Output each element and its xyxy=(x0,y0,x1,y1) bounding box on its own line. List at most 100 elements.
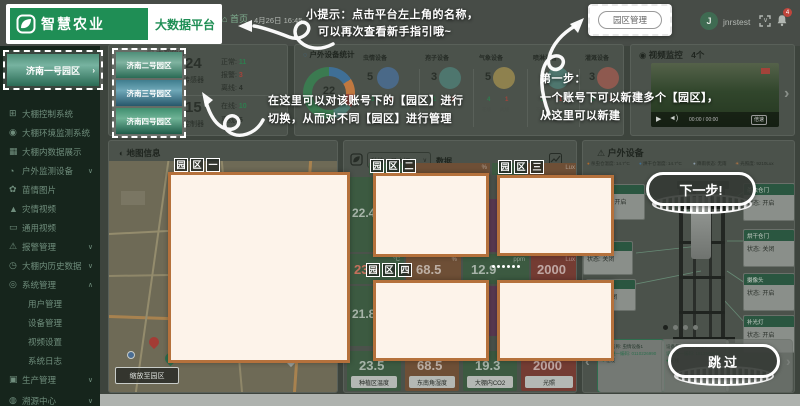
username[interactable]: jnrstest xyxy=(723,17,750,27)
chevron-down-icon: ∨ xyxy=(88,243,93,251)
header-datetime: 4月26日 16:45 xyxy=(254,15,302,26)
park-label-3: 园区三 xyxy=(498,157,546,175)
divider xyxy=(181,95,277,96)
video-time: 00:00 / 00:00 xyxy=(689,117,718,123)
current-park-selector[interactable]: 济南一号园区 › xyxy=(7,54,99,86)
sidebar-item-video-settings[interactable]: 视频设置 xyxy=(0,333,100,350)
sidebar-item-system-management[interactable]: ◎系统管理∧ xyxy=(0,276,100,293)
tip-switch-line1: 在这里可以对该账号下的【园区】进行 xyxy=(268,92,464,108)
tip-switch-line2: 切换，从而对不同【园区】进行管理 xyxy=(268,110,452,126)
footer-strip xyxy=(100,394,800,406)
brand-logo[interactable]: 智慧农业 xyxy=(10,8,148,40)
video-count: 4个 xyxy=(691,50,704,60)
park-manage-button[interactable]: 园区管理 xyxy=(598,11,662,29)
controller-count: 15 xyxy=(185,99,202,116)
play-icon[interactable]: ▶ xyxy=(656,115,661,123)
park-area-box-4a xyxy=(373,280,489,361)
leaf-icon xyxy=(350,153,363,166)
sidebar-item-system-logs[interactable]: 系统日志 xyxy=(0,352,100,369)
skip-button[interactable]: 跳过 xyxy=(668,344,780,378)
video-panel-title: ◉ 视频监控 4个 xyxy=(639,49,704,61)
sidebar-item-greenhouse-control[interactable]: ⊞大棚控制系统 xyxy=(0,105,100,122)
chevron-up-icon: ∧ xyxy=(88,281,93,289)
online-count: 4 xyxy=(487,97,490,103)
nav-home[interactable]: ⌂ 首页 xyxy=(222,12,248,25)
sidebar-item-trace-center[interactable]: ◍溯源中心∨ xyxy=(0,392,100,406)
circle-icon: ◍ xyxy=(9,395,22,406)
park-option-3[interactable]: 济南三号园区 xyxy=(116,80,182,106)
device-col-name: 虫情设备 xyxy=(363,53,387,62)
chevron-right-icon: › xyxy=(92,66,95,75)
fullscreen-icon[interactable] xyxy=(759,15,771,27)
sidebar-item-disaster-video[interactable]: ▲灾情视频 xyxy=(0,200,100,217)
park-area-box-3 xyxy=(497,175,614,256)
sidebar-item-general-video[interactable]: ▭通用视频 xyxy=(0,219,100,236)
park-label-1: 园区一 xyxy=(174,155,222,173)
map-pin-red[interactable] xyxy=(147,335,161,349)
device-count: 3 xyxy=(431,71,437,83)
map-panel-title: ◐ 地图信息 xyxy=(119,147,161,159)
device-blob xyxy=(377,67,399,89)
sidebar-item-outdoor-devices[interactable]: ◔户外监测设备∨ xyxy=(0,162,100,179)
sensor-label: 传感器 xyxy=(183,75,204,85)
sidebar-item-seedling-photos[interactable]: ✿苗情图片 xyxy=(0,181,100,198)
device-col-name: 气象设备 xyxy=(479,53,503,62)
gauge-icon: ◔ xyxy=(9,166,22,176)
platform-name: 大数据平台 xyxy=(155,16,215,33)
park-label-4: 园区四 xyxy=(366,260,414,278)
park-selector-highlight: 济南一号园区 › xyxy=(3,50,103,90)
globe-icon: ◐ xyxy=(119,148,127,158)
sidebar-item-production-management[interactable]: ▣生产管理∨ xyxy=(0,371,100,388)
brand-name: 智慧农业 xyxy=(41,14,105,34)
next-button[interactable]: 下一步! xyxy=(646,172,756,206)
sidebar-item-user-management[interactable]: 用户管理 xyxy=(0,295,100,312)
avatar-letter: J xyxy=(706,16,711,26)
sidebar-item-device-management[interactable]: 设备管理 xyxy=(0,314,100,331)
park-option-2[interactable]: 济南二号园区 xyxy=(116,52,182,78)
logo-highlight-box: 智慧农业 大数据平台 xyxy=(6,4,222,44)
park-label-2: 园区二 xyxy=(370,156,418,174)
outdoor-stats-title: ◌ 户外设备统计 xyxy=(303,49,355,60)
tip-step-line1: 一个账号下可以新建多个【园区】， xyxy=(540,89,719,105)
tip-top-line1: 小提示：点击平台左上角的名称， xyxy=(306,6,479,22)
device-blob xyxy=(597,67,619,89)
carousel-dots[interactable] xyxy=(663,325,698,330)
chevron-down-icon: ∨ xyxy=(88,262,93,270)
device-col-name: 灌溉设备 xyxy=(585,53,609,62)
grid-icon: ⊞ xyxy=(9,108,22,119)
zoom-to-park-button[interactable]: 缩放至园区 xyxy=(115,367,179,384)
warning-icon: ⚠ xyxy=(9,241,22,252)
pager-dots xyxy=(492,265,520,268)
video-controls: ▶ ◄) 00:00 / 00:00 倍速 xyxy=(651,112,779,127)
park-area-box-1 xyxy=(168,172,350,363)
controller-label: 控制器 xyxy=(183,119,204,129)
tip-step-title: 第一步： xyxy=(540,70,586,86)
home-icon: ⌂ xyxy=(222,14,227,24)
table-icon: ▦ xyxy=(9,146,22,157)
avatar[interactable]: J xyxy=(700,12,718,30)
sidebar-item-env-monitor[interactable]: ◉大棚环境监测系统 xyxy=(0,124,100,141)
sensor-count: 24 xyxy=(185,55,202,72)
sidebar-item-data-display[interactable]: ▦大棚内数据展示 xyxy=(0,143,100,160)
park-option-4[interactable]: 济南四号园区 xyxy=(116,108,182,134)
device-count: 3 xyxy=(589,71,595,83)
carousel-right-icon[interactable]: › xyxy=(784,85,789,103)
tip-step-line2: 从这里可以新建 xyxy=(540,107,621,123)
chevron-down-icon: ∨ xyxy=(88,376,93,384)
sidebar-item-alarm-management[interactable]: ⚠报警管理∨ xyxy=(0,238,100,255)
sidebar-item-history-data[interactable]: ◷大棚内历史数据∨ xyxy=(0,257,100,274)
leaf-logo-icon xyxy=(16,14,36,34)
device-count: 5 xyxy=(367,71,373,83)
online-label: 在线 xyxy=(482,107,491,113)
map-pin-blue[interactable] xyxy=(127,351,135,359)
volume-icon[interactable]: ◄) xyxy=(669,115,678,122)
app-root: ⌂ 首页 4月26日 16:45 J jnrstest ∨ 4 ⊞大棚控制系统 … xyxy=(0,0,800,406)
status-card[interactable]: 烘干仓门 状态: 关闭 xyxy=(743,229,795,267)
speed-button[interactable]: 倍速 xyxy=(751,115,767,125)
device-col-name: 喷淋设备 xyxy=(533,53,557,62)
chevron-down-icon: ∨ xyxy=(88,397,93,405)
tip-top-line2: 可以再次查看新手指引哦~ xyxy=(318,23,451,39)
platform-name-wrap[interactable]: 大数据平台 xyxy=(150,8,220,40)
status-card[interactable]: 摄像头 状态: 开启 xyxy=(743,273,795,311)
notification-badge: 4 xyxy=(783,8,792,17)
